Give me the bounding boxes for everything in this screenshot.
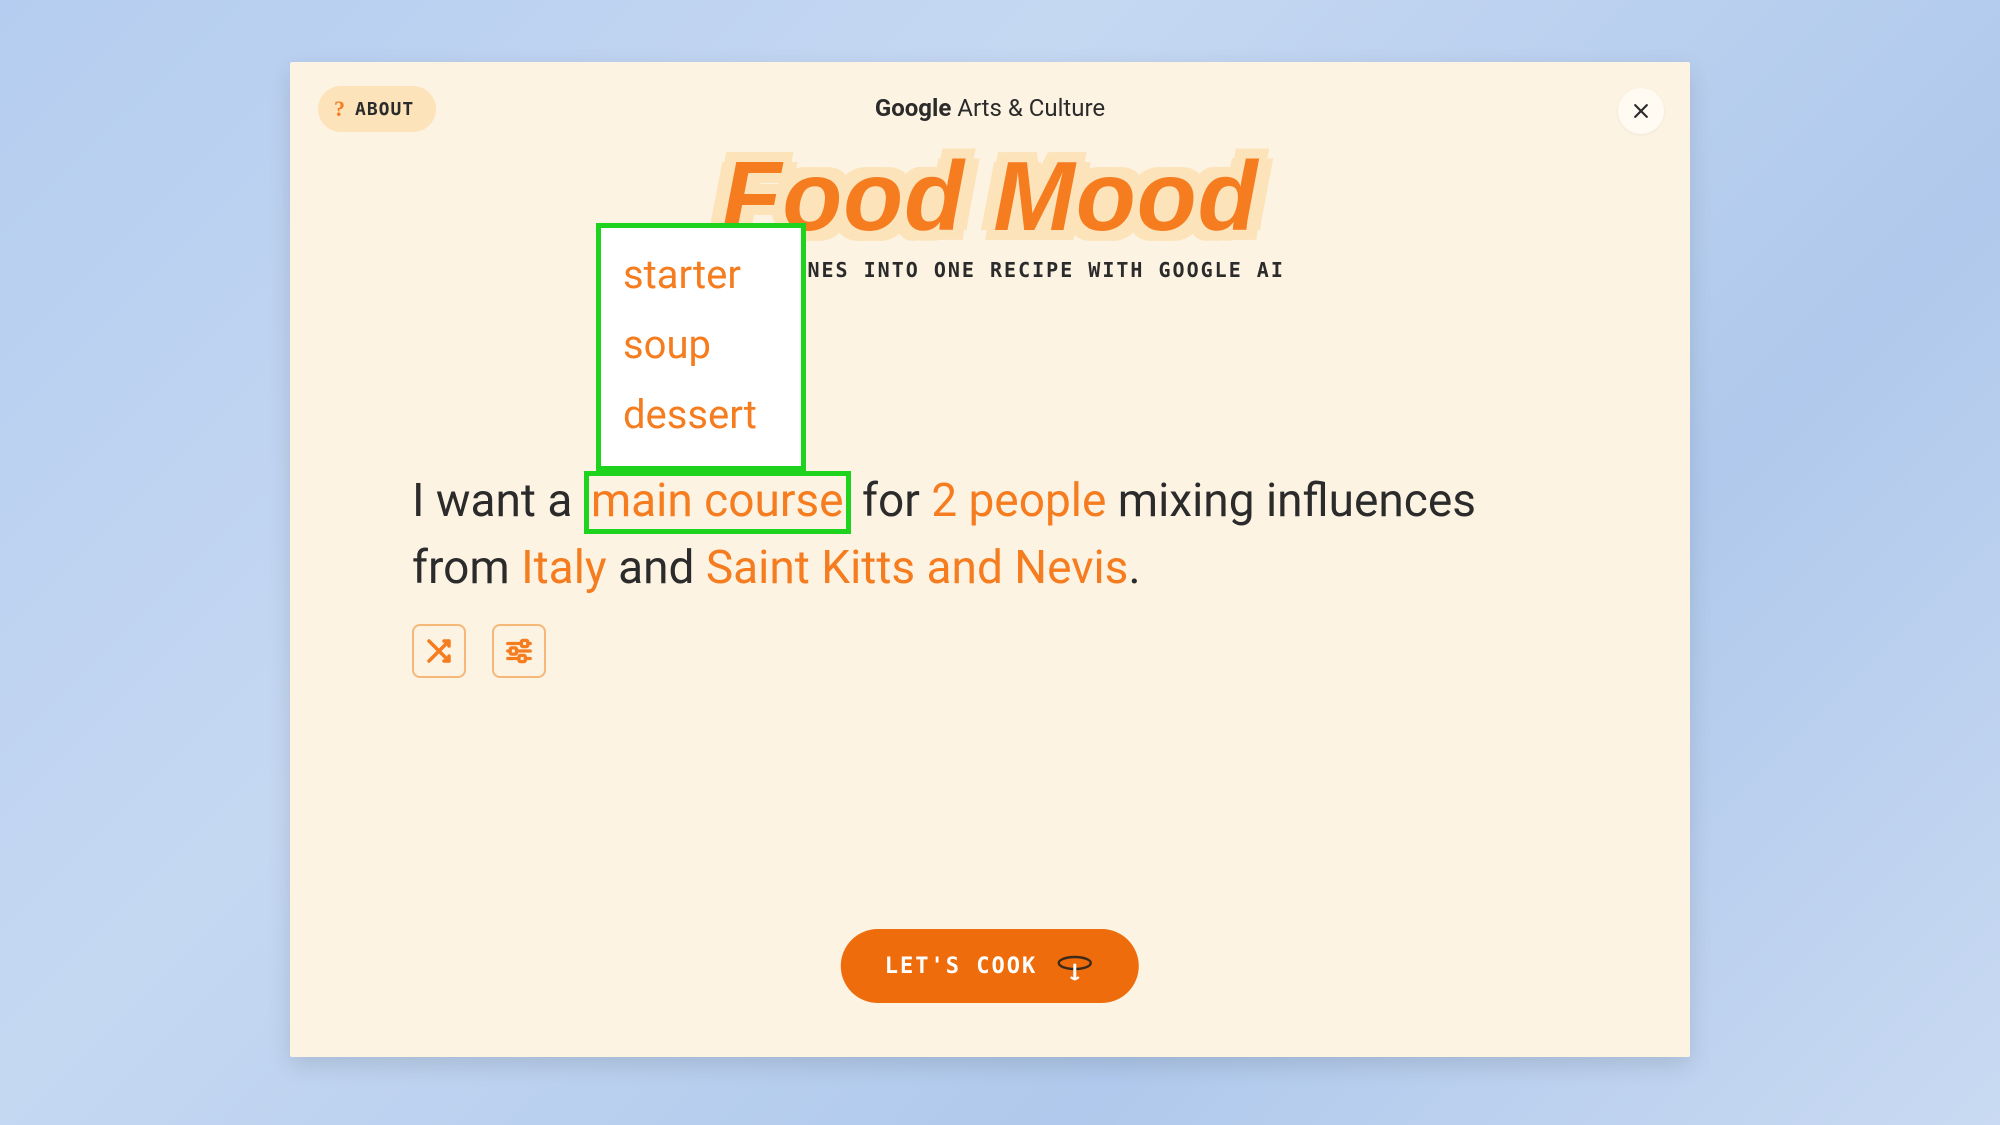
tune-button[interactable] [492, 624, 546, 678]
shuffle-icon [424, 636, 454, 666]
sentence-prefix: I want a [412, 474, 584, 528]
app-panel: ? ABOUT Google Arts & Culture Food Mood … [290, 62, 1690, 1057]
shuffle-button[interactable] [412, 624, 466, 678]
prompt-sentence: I want a main course for 2 people mixing… [412, 468, 1568, 601]
close-button[interactable] [1618, 88, 1664, 134]
tool-row [412, 624, 546, 678]
dish-option-dessert[interactable]: dessert [601, 380, 801, 450]
dish-option-soup[interactable]: soup [601, 310, 801, 380]
whisk-icon [1055, 951, 1095, 981]
dish-option-starter[interactable]: starter [601, 240, 801, 310]
sentence-suffix: . [1128, 541, 1140, 595]
tune-icon [504, 636, 534, 666]
cuisine-b-selector[interactable]: Saint Kitts and Nevis [706, 541, 1129, 595]
brand-google: Google [875, 94, 951, 122]
people-selector[interactable]: 2 people [931, 474, 1106, 528]
dish-dropdown[interactable]: starter soup dessert [596, 223, 806, 471]
sentence-for: for [851, 474, 932, 528]
sentence-and: and [607, 541, 706, 595]
cuisine-a-selector[interactable]: Italy [521, 541, 607, 595]
lets-cook-button[interactable]: LET'S COOK [841, 929, 1139, 1003]
brand-logo: Google Arts & Culture [875, 94, 1105, 122]
question-icon: ? [334, 96, 345, 122]
brand-arts-culture: Arts & Culture [951, 94, 1105, 122]
lets-cook-label: LET'S COOK [885, 954, 1037, 979]
dish-selector[interactable]: main course [584, 471, 851, 534]
close-icon [1631, 101, 1651, 121]
about-button[interactable]: ? ABOUT [318, 86, 436, 132]
about-label: ABOUT [355, 99, 414, 120]
